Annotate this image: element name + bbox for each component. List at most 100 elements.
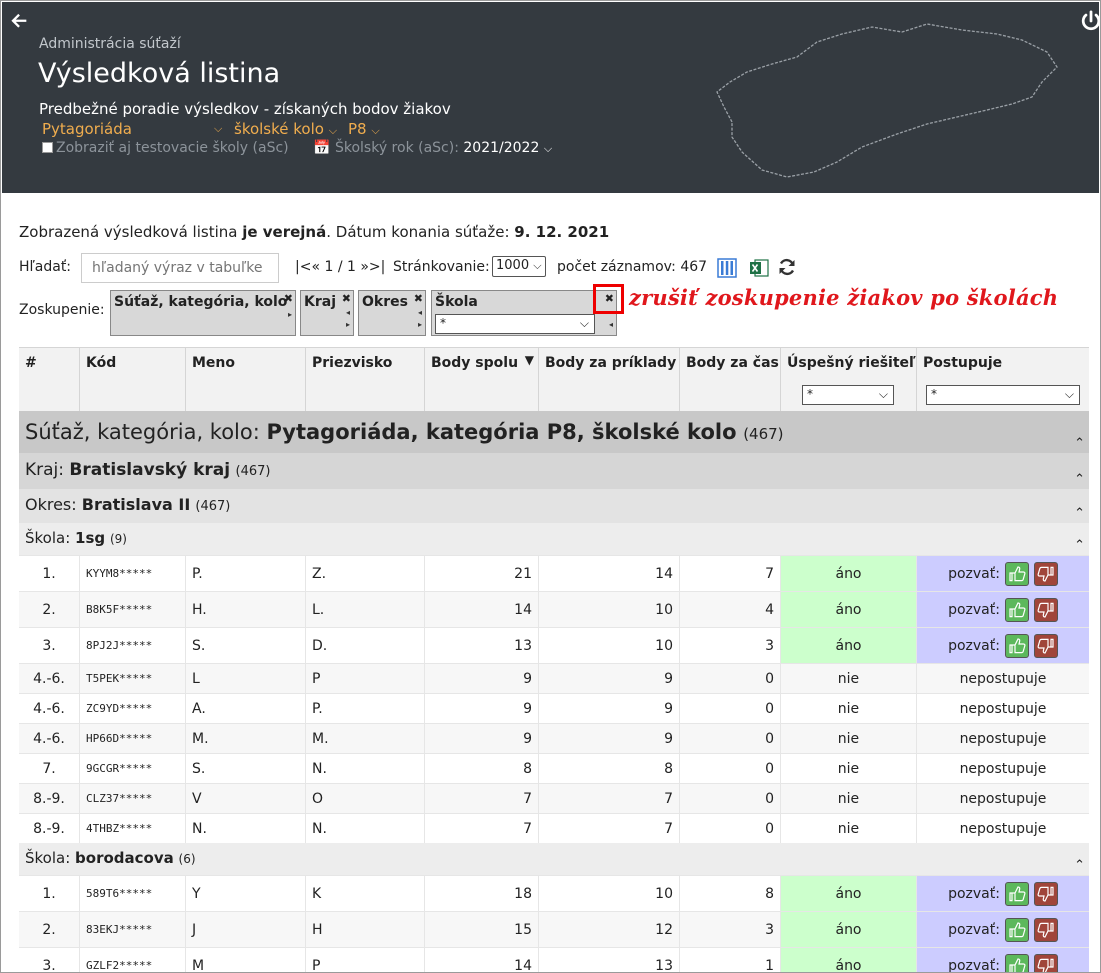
group-chip-competition[interactable]: Súťaž, kategória, kolo ✖ ▸ [110, 290, 296, 336]
thumbs-down-icon[interactable] [1033, 561, 1058, 586]
cell-total: 9 [424, 724, 538, 753]
category-select[interactable]: P8 ⌵ [348, 120, 380, 138]
col-advances[interactable]: Postupuje * ⌵ [916, 348, 1089, 412]
cell-advance: pozvať: [916, 876, 1089, 911]
cell-total: 7 [424, 814, 538, 843]
collapse-icon[interactable]: ⌃ [1074, 472, 1085, 487]
refresh-icon[interactable] [777, 257, 797, 277]
cell-time-points: 0 [679, 784, 780, 813]
cell-task-points: 13 [538, 948, 679, 972]
thumbs-up-icon[interactable] [1004, 953, 1029, 972]
col-successful-solver[interactable]: Úspešný riešiteľ * ⌵ [780, 348, 916, 412]
col-rank[interactable]: # [19, 348, 83, 412]
move-right-icon[interactable]: ▸ [288, 310, 292, 319]
cell-code: 8PJ2J***** [79, 628, 185, 663]
cell-code: 9GCGR***** [79, 754, 185, 783]
round-select[interactable]: školské kolo ⌵ [234, 120, 337, 138]
col-total[interactable]: Body spolu ▼ [424, 348, 538, 412]
collapse-icon[interactable]: ⌃ [1074, 858, 1085, 873]
col-time-points[interactable]: Body za čas [679, 348, 780, 412]
cell-advance: pozvať: [916, 948, 1089, 972]
cell-code: 4THBZ***** [79, 814, 185, 843]
cell-last-name: Z. [305, 556, 424, 591]
cell-advance: pozvať: [916, 628, 1089, 663]
thumbs-down-icon[interactable] [1033, 881, 1058, 906]
back-arrow-icon[interactable] [8, 10, 30, 32]
cell-code: 83EKJ***** [79, 912, 185, 947]
chevron-down-icon: ⌵ [328, 124, 338, 137]
cell-solver: nie [780, 694, 916, 723]
group-chip-school[interactable]: Škola ✖ ◂ * ⌵ [431, 290, 617, 336]
collapse-icon[interactable]: ⌃ [1074, 436, 1085, 451]
cell-last-name: P. [305, 694, 424, 723]
cell-time-points: 8 [679, 876, 780, 911]
excel-icon[interactable] [749, 258, 769, 278]
thumbs-up-icon[interactable] [1004, 561, 1029, 586]
pager[interactable]: |<« 1 / 1 »>| [295, 259, 385, 275]
move-right-icon[interactable]: ▸ [418, 320, 422, 329]
cell-task-points: 9 [538, 694, 679, 723]
admin-link[interactable]: Administrácia súťaží [39, 36, 181, 52]
test-schools-checkbox[interactable] [42, 142, 53, 153]
close-icon[interactable]: ✖ [284, 292, 293, 305]
table-row: 2. 83EKJ***** J H 15 12 3 áno pozvať: [19, 911, 1089, 947]
cell-first-name: A. [185, 694, 305, 723]
school-year-select[interactable]: 2021/2022 ⌵ [463, 140, 552, 156]
table-row: 7. 9GCGR***** S. N. 8 8 0 nie nepostupuje [19, 753, 1089, 783]
group-chip-district[interactable]: Okres ✖ ◂ ▸ [358, 290, 426, 336]
thumbs-down-icon[interactable] [1033, 597, 1058, 622]
school-filter-select[interactable]: * ⌵ [435, 314, 595, 334]
collapse-icon[interactable]: ⌃ [1074, 506, 1085, 521]
cell-solver: nie [780, 784, 916, 813]
cell-task-points: 8 [538, 754, 679, 783]
group-row-school: Škola: 1sg (9) ⌃ [19, 523, 1089, 555]
search-label: Hľadať: [19, 259, 72, 275]
collapse-icon[interactable]: ⌃ [1074, 538, 1085, 553]
competition-chevron-icon[interactable]: ⌵ [214, 122, 222, 136]
cell-first-name: H. [185, 592, 305, 627]
chevron-down-icon: ⌵ [543, 142, 553, 155]
thumbs-down-icon[interactable] [1033, 953, 1058, 972]
cell-total: 13 [424, 628, 538, 663]
table-row: 8.-9. 4THBZ***** N. N. 7 7 0 nie nepostupuje [19, 813, 1089, 843]
col-code[interactable]: Kód [79, 348, 185, 412]
move-right-icon[interactable]: ▸ [346, 320, 350, 329]
cell-advance: nepostupuje [916, 724, 1089, 753]
close-icon[interactable]: ✖ [414, 292, 423, 305]
page: Administrácia súťaží Výsledková listina … [0, 0, 1101, 973]
thumbs-up-icon[interactable] [1004, 881, 1029, 906]
advance-filter-select[interactable]: * ⌵ [926, 385, 1080, 405]
power-icon[interactable] [1080, 10, 1099, 32]
close-icon[interactable]: ✖ [342, 292, 351, 305]
competition-select[interactable]: Pytagoriáda [42, 120, 132, 138]
col-last-name[interactable]: Priezvisko [305, 348, 424, 412]
col-task-points[interactable]: Body za príklady [538, 348, 679, 412]
cell-rank: 1. [42, 565, 56, 582]
cell-rank: 7. [42, 760, 56, 777]
thumbs-down-icon[interactable] [1033, 633, 1058, 658]
cell-total: 8 [424, 754, 538, 783]
highlight-box [593, 284, 624, 314]
thumbs-up-icon[interactable] [1004, 597, 1029, 622]
cell-total: 9 [424, 664, 538, 693]
group-chip-region[interactable]: Kraj ✖ ◂ ▸ [300, 290, 354, 336]
move-left-icon[interactable]: ◂ [609, 320, 613, 329]
cell-code: HP66D***** [79, 724, 185, 753]
move-left-icon[interactable]: ◂ [346, 308, 350, 317]
cell-total: 14 [424, 592, 538, 627]
group-row-school: Škola: borodacova (6) ⌃ [19, 843, 1089, 875]
col-first-name[interactable]: Meno [185, 348, 305, 412]
table-row: 1. 589T6***** Y K 18 10 8 áno pozvať: [19, 875, 1089, 911]
chevron-down-icon: ⌵ [579, 316, 589, 330]
thumbs-up-icon[interactable] [1004, 917, 1029, 942]
move-left-icon[interactable]: ◂ [418, 308, 422, 317]
cell-solver: áno [780, 912, 916, 947]
columns-icon[interactable] [717, 258, 737, 278]
cell-rank: 2. [42, 921, 56, 938]
thumbs-down-icon[interactable] [1033, 917, 1058, 942]
page-size-select[interactable]: 1000 ⌵ [492, 256, 546, 277]
cell-last-name: O [305, 784, 424, 813]
thumbs-up-icon[interactable] [1004, 633, 1029, 658]
solver-filter-select[interactable]: * ⌵ [802, 385, 894, 405]
search-input[interactable] [81, 253, 279, 283]
